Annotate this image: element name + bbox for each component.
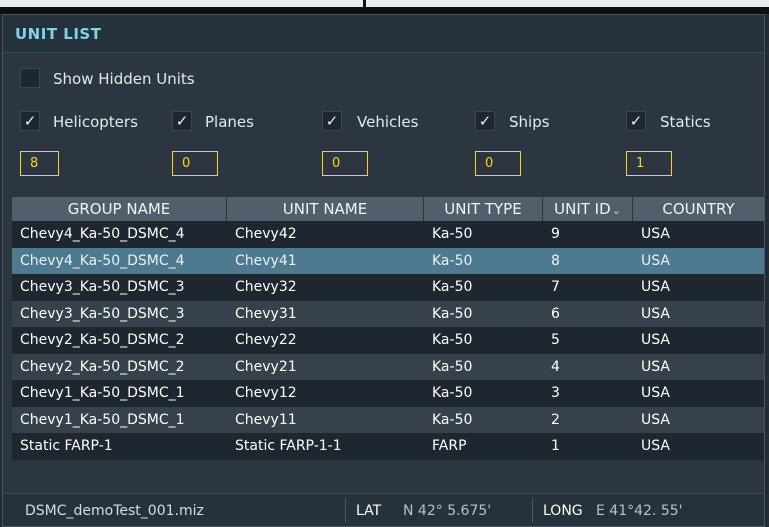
table-row[interactable]: Static FARP-1 Static FARP-1-1 FARP 1 USA [12, 433, 764, 460]
table-row[interactable]: Chevy4_Ka-50_DSMC_4 Chevy42 Ka-50 9 USA [12, 221, 764, 248]
table-header: GROUP NAME UNIT NAME UNIT TYPE UNIT ID⌄ … [12, 197, 764, 221]
helicopters-count: 8 [20, 151, 59, 176]
unit-table: GROUP NAME UNIT NAME UNIT TYPE UNIT ID⌄ … [12, 197, 764, 460]
vehicles-label: Vehicles [357, 113, 419, 131]
group-name-cell: Chevy3_Ka-50_DSMC_3 [20, 279, 185, 295]
top-strip-segment [0, 0, 363, 7]
ships-count: 0 [475, 151, 521, 176]
unit-name-cell: Chevy41 [235, 252, 297, 269]
group-name-cell: Chevy1_Ka-50_DSMC_1 [20, 385, 185, 401]
check-mark-icon: ✓ [23, 112, 37, 130]
lat-label: LAT [356, 503, 382, 519]
helicopters-checkbox[interactable]: ✓ [20, 111, 40, 131]
unit-name-cell: Chevy11 [235, 411, 297, 428]
group-name-cell: Chevy1_Ka-50_DSMC_1 [20, 411, 185, 428]
statics-count: 1 [626, 151, 672, 176]
long-label: LONG [543, 503, 583, 519]
country-cell: USA [641, 279, 670, 295]
unit-id-cell: 3 [551, 385, 560, 401]
column-header-unit-type[interactable]: UNIT TYPE [424, 197, 543, 221]
window-title: UNIT LIST [15, 25, 102, 43]
unit-id-cell: 7 [551, 279, 560, 295]
group-name-cell: Chevy4_Ka-50_DSMC_4 [20, 226, 185, 242]
unit-name-cell: Chevy12 [235, 385, 297, 401]
table-body: Chevy4_Ka-50_DSMC_4 Chevy42 Ka-50 9 USA Chevy… [12, 221, 764, 460]
unit-id-cell: 4 [551, 358, 560, 375]
table-row[interactable]: Chevy1_Ka-50_DSMC_1 Chevy11 Ka-50 2 USA [12, 406, 764, 433]
unit-type-cell: FARP [432, 438, 467, 454]
country-cell: USA [641, 305, 670, 322]
group-name-cell: Chevy2_Ka-50_DSMC_2 [20, 332, 185, 348]
unit-id-cell: 6 [551, 305, 560, 322]
unit-name-cell: Chevy22 [235, 332, 297, 348]
unit-type-cell: Ka-50 [432, 279, 473, 295]
title-bar: UNIT LIST [3, 15, 764, 53]
unit-type-cell: Ka-50 [432, 305, 473, 322]
sort-chevron-icon: ⌄ [611, 204, 621, 217]
column-header-group-name[interactable]: GROUP NAME [12, 197, 227, 221]
top-strip-segment [366, 0, 769, 7]
unit-id-cell: 5 [551, 332, 560, 348]
show-hidden-units-checkbox[interactable] [20, 68, 40, 88]
unit-type-cell: Ka-50 [432, 252, 473, 269]
long-value: E 41°42. 55' [596, 503, 683, 519]
statics-label: Statics [660, 113, 711, 131]
planes-checkbox[interactable]: ✓ [172, 111, 192, 131]
vehicles-count: 0 [322, 151, 368, 176]
unit-id-cell: 8 [551, 252, 560, 269]
check-mark-icon: ✓ [629, 112, 643, 130]
check-mark-icon: ✓ [478, 112, 492, 130]
group-name-cell: Chevy3_Ka-50_DSMC_3 [20, 305, 185, 322]
country-cell: USA [641, 332, 670, 348]
table-row[interactable]: Chevy4_Ka-50_DSMC_4 Chevy41 Ka-50 8 USA [12, 247, 764, 274]
unit-id-cell: 9 [551, 226, 560, 242]
unit-name-cell: Chevy42 [235, 226, 297, 242]
status-bar: DSMC_demoTest_001.miz LAT N 42° 5.675' L… [3, 493, 764, 526]
country-cell: USA [641, 226, 670, 242]
unit-type-cell: Ka-50 [432, 411, 473, 428]
unit-id-cell: 1 [551, 438, 560, 454]
column-header-unit-name[interactable]: UNIT NAME [227, 197, 424, 221]
unit-name-cell: Chevy32 [235, 279, 297, 295]
top-strip [0, 0, 769, 14]
statics-checkbox[interactable]: ✓ [626, 111, 646, 131]
ships-checkbox[interactable]: ✓ [475, 111, 495, 131]
check-mark-icon: ✓ [175, 112, 189, 130]
table-row[interactable]: Chevy2_Ka-50_DSMC_2 Chevy22 Ka-50 5 USA [12, 327, 764, 354]
unit-id-cell: 2 [551, 411, 560, 428]
planes-count: 0 [172, 151, 218, 176]
unit-type-cell: Ka-50 [432, 226, 473, 242]
planes-label: Planes [205, 113, 254, 131]
unit-type-cell: Ka-50 [432, 385, 473, 401]
unit-type-cell: Ka-50 [432, 332, 473, 348]
vehicles-checkbox[interactable]: ✓ [322, 111, 342, 131]
helicopters-label: Helicopters [53, 113, 138, 131]
group-name-cell: Chevy4_Ka-50_DSMC_4 [20, 252, 185, 269]
status-divider [345, 498, 346, 522]
country-cell: USA [641, 358, 670, 375]
unit-name-cell: Chevy31 [235, 305, 297, 322]
unit-type-cell: Ka-50 [432, 358, 473, 375]
column-header-unit-id[interactable]: UNIT ID⌄ [543, 197, 633, 221]
show-hidden-units-label: Show Hidden Units [53, 70, 195, 88]
unit-list-window: UNIT LIST Show Hidden Units ✓ Helicopter… [2, 14, 765, 527]
table-row[interactable]: Chevy2_Ka-50_DSMC_2 Chevy21 Ka-50 4 USA [12, 353, 764, 380]
table-row[interactable]: Chevy3_Ka-50_DSMC_3 Chevy31 Ka-50 6 USA [12, 300, 764, 327]
country-cell: USA [641, 252, 670, 269]
table-row[interactable]: Chevy3_Ka-50_DSMC_3 Chevy32 Ka-50 7 USA [12, 274, 764, 301]
country-cell: USA [641, 411, 670, 428]
group-name-cell: Static FARP-1 [20, 438, 113, 454]
column-header-country[interactable]: COUNTRY [633, 197, 764, 221]
ships-label: Ships [509, 113, 550, 131]
country-cell: USA [641, 385, 670, 401]
status-divider [532, 498, 533, 522]
unit-name-cell: Chevy21 [235, 358, 297, 375]
lat-value: N 42° 5.675' [403, 503, 492, 519]
unit-name-cell: Static FARP-1-1 [235, 438, 342, 454]
table-row[interactable]: Chevy1_Ka-50_DSMC_1 Chevy12 Ka-50 3 USA [12, 380, 764, 407]
group-name-cell: Chevy2_Ka-50_DSMC_2 [20, 358, 185, 375]
check-mark-icon: ✓ [325, 112, 339, 130]
mission-file-name: DSMC_demoTest_001.miz [25, 503, 204, 519]
country-cell: USA [641, 438, 670, 454]
